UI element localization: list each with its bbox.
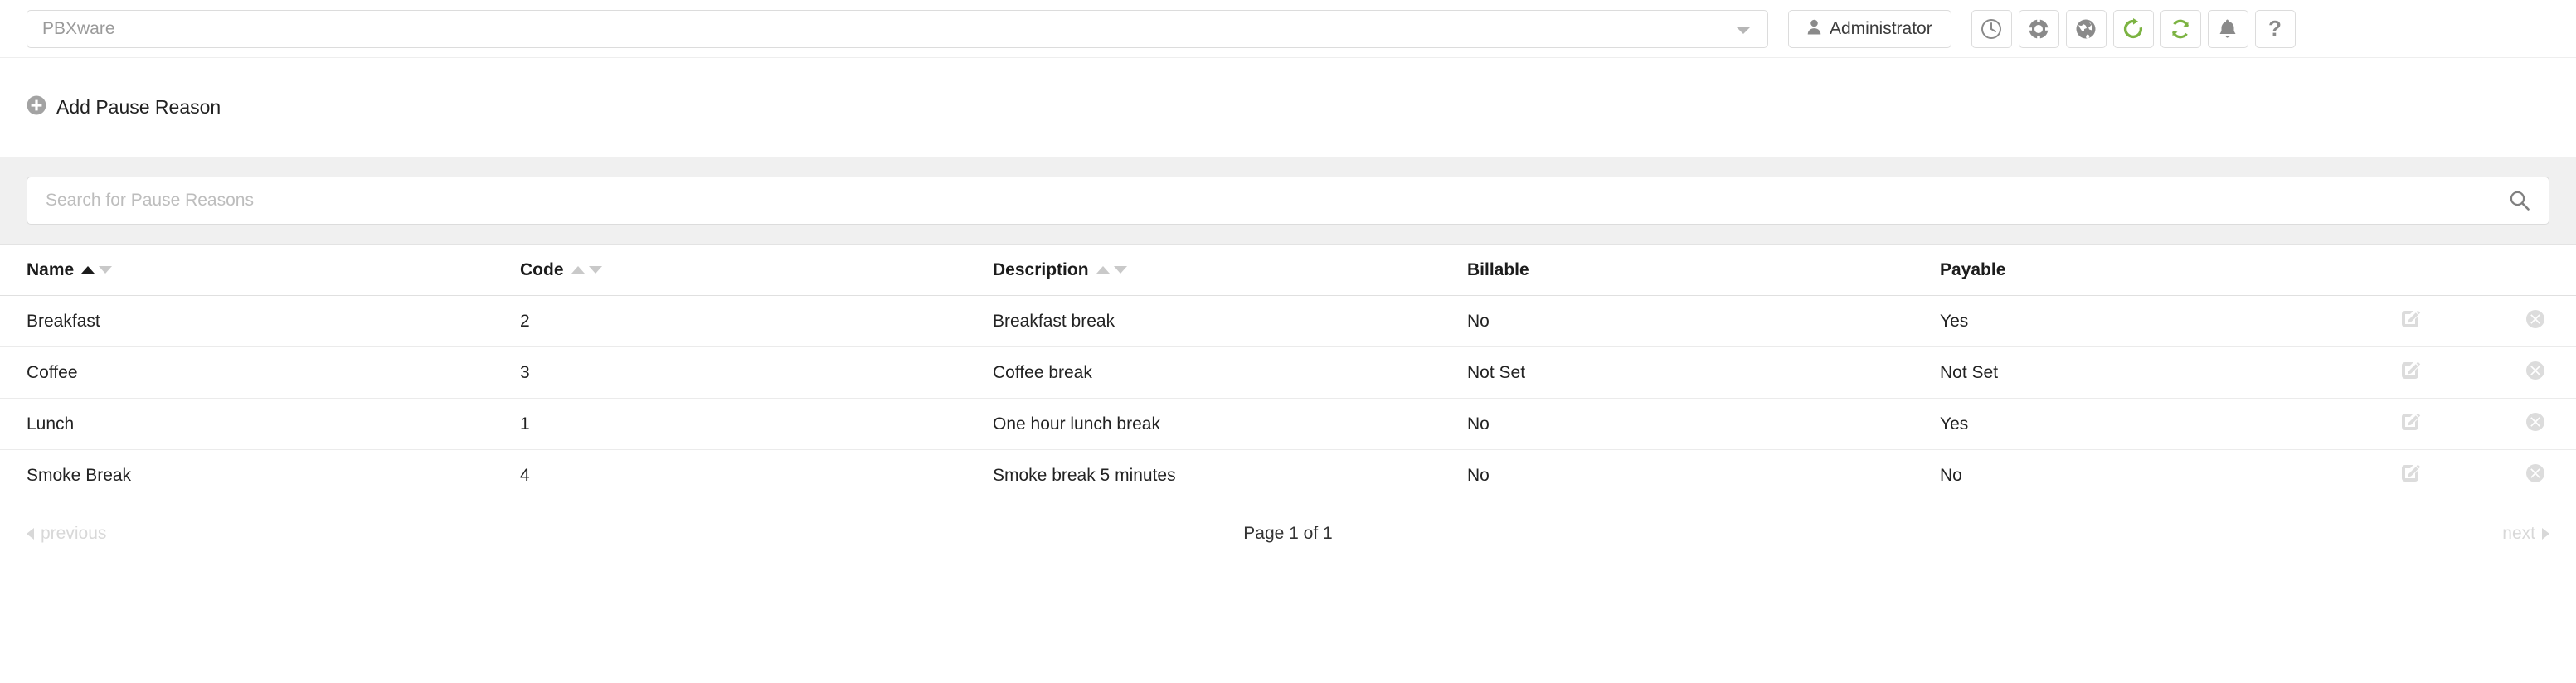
cell-payable: Yes — [1940, 311, 1969, 331]
sync-button[interactable] — [2160, 9, 2201, 48]
bell-icon — [2218, 18, 2238, 40]
sort-asc-icon[interactable] — [81, 266, 95, 274]
search-icon[interactable] — [2509, 190, 2530, 216]
column-header-payable-label: Payable — [1940, 259, 2006, 279]
next-page-button[interactable]: next — [2502, 524, 2549, 544]
cell-name: Lunch — [27, 414, 75, 434]
table-body: Breakfast 2 Breakfast break No Yes Coffe… — [0, 296, 2576, 501]
user-icon — [1807, 19, 1821, 39]
pagination-inner: previous Page 1 of 1 next — [27, 524, 2549, 544]
previous-page-button[interactable]: previous — [27, 524, 106, 544]
cell-actions — [2400, 463, 2549, 489]
delete-circle-icon[interactable] — [2525, 308, 2546, 335]
column-header-code[interactable]: Code — [520, 260, 993, 280]
sort-asc-icon[interactable] — [571, 266, 585, 274]
sort-controls-description — [1096, 266, 1127, 274]
svg-text:?: ? — [2268, 18, 2282, 40]
edit-pencil-icon[interactable] — [2400, 463, 2422, 489]
cell-payable: No — [1940, 465, 1962, 485]
search-section — [0, 157, 2576, 245]
chevron-right-icon — [2542, 528, 2549, 540]
server-select[interactable]: PBXware — [27, 9, 1768, 48]
header-icon-group: ? — [1971, 9, 2296, 48]
cell-payable: Not Set — [1940, 362, 1999, 382]
cell-actions — [2400, 360, 2549, 386]
sync-icon — [2170, 18, 2191, 40]
cell-code: 2 — [520, 311, 530, 331]
cell-description: Breakfast break — [993, 311, 1115, 331]
cell-description: One hour lunch break — [993, 414, 1160, 434]
help-button[interactable]: ? — [2254, 9, 2296, 48]
clock-icon — [1981, 18, 2002, 40]
edit-pencil-icon[interactable] — [2400, 411, 2422, 438]
delete-circle-icon[interactable] — [2525, 411, 2546, 438]
column-header-description-label: Description — [993, 259, 1089, 279]
add-pause-reason-button[interactable]: Add Pause Reason — [27, 95, 221, 119]
column-header-code-label: Code — [520, 259, 564, 279]
add-pause-reason-label: Add Pause Reason — [56, 96, 221, 118]
cell-billable: Not Set — [1467, 362, 1526, 382]
table-row[interactable]: Breakfast 2 Breakfast break No Yes — [0, 296, 2576, 347]
column-header-name-label: Name — [27, 259, 75, 279]
delete-circle-icon[interactable] — [2525, 463, 2546, 489]
column-header-billable: Billable — [1467, 260, 1940, 280]
globe-icon — [2075, 18, 2097, 40]
column-header-name[interactable]: Name — [27, 260, 520, 280]
cell-billable: No — [1467, 465, 1490, 485]
notifications-button[interactable] — [2207, 9, 2248, 48]
sort-controls-name — [81, 266, 113, 274]
cell-description: Coffee break — [993, 362, 1092, 382]
life-ring-icon — [2028, 17, 2050, 40]
column-header-payable: Payable — [1940, 260, 2400, 280]
help-icon: ? — [2264, 18, 2286, 40]
cell-name: Breakfast — [27, 311, 100, 331]
next-page-label: next — [2502, 524, 2535, 543]
refresh-button[interactable] — [2112, 9, 2154, 48]
page-indicator: Page 1 of 1 — [1243, 524, 1333, 543]
sort-desc-icon[interactable] — [588, 266, 602, 274]
cell-description: Smoke break 5 minutes — [993, 465, 1176, 485]
column-header-description[interactable]: Description — [993, 260, 1467, 280]
table-row[interactable]: Lunch 1 One hour lunch break No Yes — [0, 399, 2576, 450]
globe-button[interactable] — [2065, 9, 2107, 48]
plus-circle-icon — [27, 95, 46, 119]
sort-controls-code — [571, 266, 602, 274]
refresh-icon — [2122, 17, 2144, 40]
column-header-billable-label: Billable — [1467, 259, 1529, 279]
search-input[interactable] — [46, 191, 2530, 211]
clock-button[interactable] — [1971, 9, 2012, 48]
sort-desc-icon[interactable] — [1113, 266, 1127, 274]
cell-billable: No — [1467, 414, 1490, 434]
cell-actions — [2400, 411, 2549, 438]
chevron-left-icon — [27, 528, 34, 540]
search-box[interactable] — [27, 177, 2549, 225]
server-select-value: PBXware — [42, 18, 115, 38]
table-header-row: Name Code Description Billable Payable — [0, 245, 2576, 296]
edit-pencil-icon[interactable] — [2400, 308, 2422, 335]
action-toolbar: Add Pause Reason — [0, 58, 2576, 157]
cell-name: Coffee — [27, 362, 78, 382]
admin-button[interactable]: Administrator — [1788, 9, 1951, 48]
chevron-down-icon[interactable] — [1736, 26, 1751, 34]
app-header: PBXware Administrator ? — [0, 0, 2576, 58]
cell-code: 1 — [520, 414, 530, 434]
cell-name: Smoke Break — [27, 465, 132, 485]
cell-payable: Yes — [1940, 414, 1969, 434]
sort-desc-icon[interactable] — [99, 266, 113, 274]
cell-code: 4 — [520, 465, 530, 485]
delete-circle-icon[interactable] — [2525, 360, 2546, 386]
previous-page-label: previous — [41, 524, 107, 543]
cell-billable: No — [1467, 311, 1490, 331]
table-row[interactable]: Coffee 3 Coffee break Not Set Not Set — [0, 347, 2576, 399]
sort-asc-icon[interactable] — [1096, 266, 1110, 274]
admin-button-label: Administrator — [1830, 18, 1932, 38]
cell-code: 3 — [520, 362, 530, 382]
pagination: previous Page 1 of 1 next — [0, 501, 2576, 551]
table-row[interactable]: Smoke Break 4 Smoke break 5 minutes No N… — [0, 450, 2576, 501]
support-button[interactable] — [2018, 9, 2059, 48]
cell-actions — [2400, 308, 2549, 335]
pause-reasons-table: Name Code Description Billable Payable B… — [0, 245, 2576, 501]
edit-pencil-icon[interactable] — [2400, 360, 2422, 386]
